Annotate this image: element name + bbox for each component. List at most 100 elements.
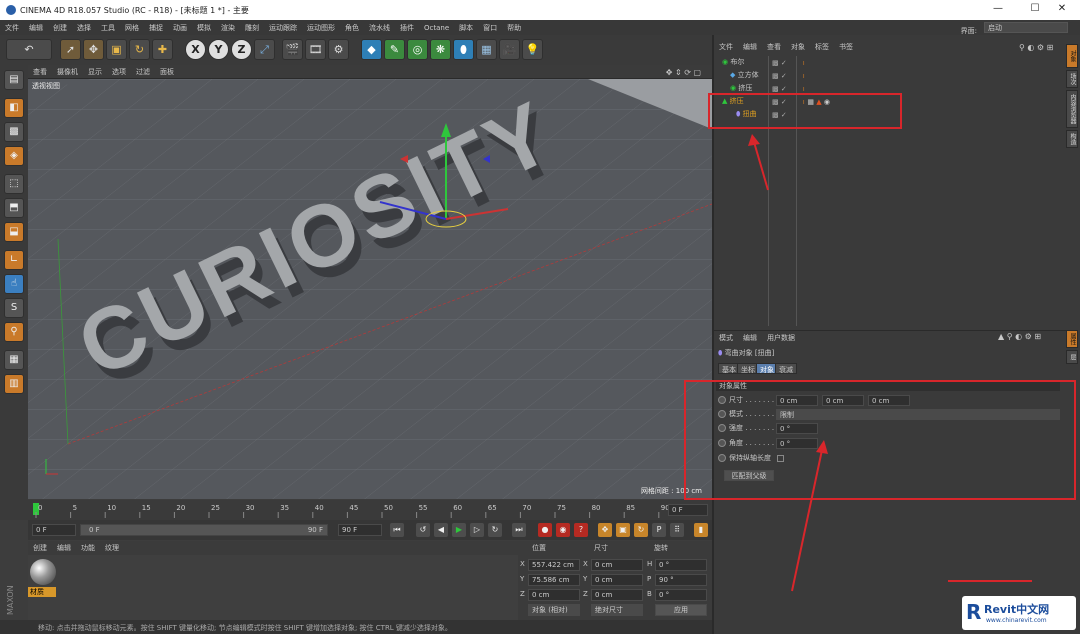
material-menu-texture[interactable]: 纹理 (100, 541, 124, 555)
model-mode-icon[interactable]: ◧ (4, 98, 24, 118)
key-position-icon[interactable]: ✥ (598, 523, 612, 537)
menu-pipeline[interactable]: 流水线 (364, 20, 395, 33)
keyframe-selection-icon[interactable]: ? (574, 523, 588, 537)
menu-tools[interactable]: 工具 (96, 20, 120, 33)
position-z-field[interactable]: 0 cm (528, 589, 580, 601)
menu-motion-tracking[interactable]: 运动跟踪 (264, 20, 302, 33)
snap-mode-icon[interactable]: S (4, 298, 24, 318)
previous-frame-icon[interactable]: ◀ (434, 523, 448, 537)
tab-falloff[interactable]: 衰减 (775, 363, 797, 374)
y-axis-button[interactable]: Y (208, 39, 229, 60)
viewport-menu-options[interactable]: 选项 (107, 65, 131, 79)
keyframe-dot-icon[interactable] (718, 410, 726, 418)
obj-menu-tags[interactable]: 标签 (810, 40, 834, 54)
size-z-input[interactable]: 0 cm (868, 395, 910, 406)
key-pla-icon[interactable]: ⠿ (670, 523, 684, 537)
solo-mode-icon[interactable]: ▥ (4, 374, 24, 394)
camera-object-icon[interactable]: 🎥 (499, 39, 520, 60)
position-x-field[interactable]: 557.422 cm (528, 559, 580, 571)
viewport-menu-cameras[interactable]: 摄像机 (52, 65, 83, 79)
material-menu-create[interactable]: 创建 (28, 541, 52, 555)
menu-snap[interactable]: 捕捉 (144, 20, 168, 33)
menu-plugins[interactable]: 插件 (395, 20, 419, 33)
keyframe-dot-icon[interactable] (718, 454, 726, 462)
coord-mode-select[interactable]: 对象 (相对) (528, 604, 580, 616)
undo-icon[interactable]: ↶ (6, 39, 52, 60)
obj-search-icon[interactable]: ⚲ ◐ ⚙ ⊞ (1014, 41, 1058, 54)
viewport-menu-panel[interactable]: 面板 (155, 65, 179, 79)
previous-key-icon[interactable]: ↺ (416, 523, 430, 537)
menu-window[interactable]: 窗口 (478, 20, 502, 33)
attr-menu-edit[interactable]: 编辑 (738, 331, 762, 345)
cube-primitive-icon[interactable]: ◆ (361, 39, 382, 60)
viewport-menu-display[interactable]: 显示 (83, 65, 107, 79)
make-editable-icon[interactable]: ▤ (4, 70, 24, 90)
viewport-nav-icons[interactable]: ✥ ⇕ ⟳ ▢ (661, 66, 706, 79)
menu-help[interactable]: 帮助 (502, 20, 526, 33)
z-axis-button[interactable]: Z (231, 39, 252, 60)
texture-mode-icon[interactable]: ▩ (4, 122, 24, 142)
rotation-h-field[interactable]: 0 ° (655, 559, 707, 571)
attr-nav-icons[interactable]: ▲ ⚲ ◐ ⚙ ⊞ (998, 332, 1041, 341)
side-tab-structure[interactable]: 构造 (1066, 130, 1078, 148)
object-row-bend[interactable]: ⬮ 扭曲 (736, 109, 757, 121)
next-frame-icon[interactable]: ▷ (470, 523, 484, 537)
menu-octane[interactable]: Octane (419, 21, 454, 32)
rotate-tool-icon[interactable]: ↻ (129, 39, 150, 60)
close-button[interactable]: ✕ (1052, 3, 1072, 14)
record-active-icon[interactable]: ● (538, 523, 552, 537)
menu-simulate[interactable]: 模拟 (192, 20, 216, 33)
pen-spline-icon[interactable]: ✎ (384, 39, 405, 60)
material-menu-function[interactable]: 功能 (76, 541, 100, 555)
timeline-window-icon[interactable]: ▮ (694, 523, 708, 537)
size-mode-select[interactable]: 绝对尺寸 (591, 604, 643, 616)
render-view-icon[interactable]: 🎬 (282, 39, 303, 60)
size-y-field[interactable]: 0 cm (591, 574, 643, 586)
visibility-toggles[interactable]: ▩ ✓ ▩ ✓ ▩ ✓ ▩ ✓ ▩ ✓ (772, 57, 787, 122)
menu-script[interactable]: 脚本 (454, 20, 478, 33)
floor-object-icon[interactable]: ▦ (476, 39, 497, 60)
obj-menu-edit[interactable]: 编辑 (738, 40, 762, 54)
menu-animate[interactable]: 动画 (168, 20, 192, 33)
current-frame-field[interactable]: 0 F (668, 504, 708, 516)
menu-sculpt[interactable]: 雕刻 (240, 20, 264, 33)
object-tags[interactable]: ⠰ ⠰ ⠰ ⠰ ▦ ▲ ◉ (800, 57, 830, 109)
layout-select[interactable]: 启动 (984, 22, 1068, 33)
render-settings-icon[interactable]: ⚙ (328, 39, 349, 60)
key-parameter-icon[interactable]: P (652, 523, 666, 537)
position-y-field[interactable]: 75.586 cm (528, 574, 580, 586)
edges-mode-icon[interactable]: ⬒ (4, 198, 24, 218)
key-scale-icon[interactable]: ▣ (616, 523, 630, 537)
side-tab-takes[interactable]: 场次 (1066, 70, 1078, 88)
timeline-ruler[interactable]: 0 5 10 15 20 25 30 35 40 45 50 55 60 65 70 75 80 85 90 0 F (28, 500, 712, 520)
menu-mograph[interactable]: 运动图形 (302, 20, 340, 33)
light-object-icon[interactable]: 💡 (522, 39, 543, 60)
object-row-extrude-2[interactable]: ▲ 挤压 (722, 96, 744, 108)
menu-character[interactable]: 角色 (340, 20, 364, 33)
end-frame-field[interactable]: 90 F (338, 524, 382, 536)
side-tab-layers[interactable]: 层 (1066, 350, 1078, 364)
menu-create[interactable]: 创建 (48, 20, 72, 33)
coordinate-system-icon[interactable]: ⤢ (254, 39, 275, 60)
next-key-icon[interactable]: ↻ (488, 523, 502, 537)
deformer-icon[interactable]: ⬮ (453, 39, 474, 60)
size-x-field[interactable]: 0 cm (591, 559, 643, 571)
obj-menu-file[interactable]: 文件 (714, 40, 738, 54)
attr-menu-mode[interactable]: 模式 (714, 331, 738, 345)
strength-input[interactable]: 0 ° (776, 423, 818, 434)
side-tab-attributes[interactable]: 属性 (1066, 330, 1078, 348)
material-swatch[interactable] (30, 559, 56, 585)
move-tool-icon[interactable]: ✥ (83, 39, 104, 60)
menu-render[interactable]: 渲染 (216, 20, 240, 33)
workplane-lock-icon[interactable]: ▦ (4, 350, 24, 370)
tweak-mode-icon[interactable]: ☝ (4, 274, 24, 294)
add-tool-icon[interactable]: ✚ (152, 39, 173, 60)
obj-menu-bookmarks[interactable]: 书签 (834, 40, 858, 54)
size-x-input[interactable]: 0 cm (776, 395, 818, 406)
viewport-3d[interactable]: CURIOSITY CURIOSITY 透视视图 网格间距 : 100 cm (28, 79, 712, 499)
size-y-input[interactable]: 0 cm (822, 395, 864, 406)
array-generator-icon[interactable]: ❋ (430, 39, 451, 60)
viewport-menu-view[interactable]: 查看 (28, 65, 52, 79)
apply-button[interactable]: 应用 (655, 604, 707, 616)
frame-range-slider[interactable]: 0 F 90 F (80, 524, 328, 536)
